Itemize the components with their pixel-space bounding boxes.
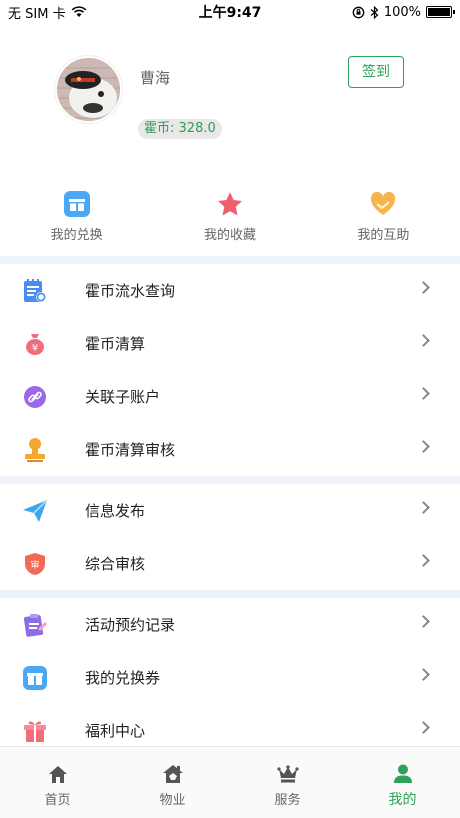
section-divider (0, 590, 460, 598)
menu-item-label: 关联子账户 (85, 388, 161, 406)
coin-label: 霍币: (144, 121, 175, 136)
menu-item-label: 活动预约记录 (85, 616, 176, 634)
carrier-label: 无 SIM 卡 (8, 6, 66, 22)
menu-item-label: 综合审核 (85, 555, 146, 573)
tab-label: 物业 (159, 793, 186, 808)
menu-item-coin-settlement[interactable]: ¥ 霍币清算 (0, 317, 460, 370)
status-left: 无 SIM 卡 (8, 3, 87, 22)
quick-action-mutual-help[interactable]: 我的互助 (307, 190, 460, 256)
chevron-right-icon (417, 501, 430, 514)
menu-item-label: 信息发布 (85, 502, 146, 520)
stamp-icon (22, 437, 48, 463)
clock: 上午9:47 (198, 5, 262, 21)
menu-group-coins: 霍币流水查询 ¥ 霍币清算 关联子账户 霍币清算审核 (0, 264, 460, 476)
tab-label: 我的 (388, 792, 417, 808)
chevron-right-icon (417, 387, 430, 400)
chevron-right-icon (417, 440, 430, 453)
rotation-lock-icon (352, 6, 365, 18)
svg-text:¥: ¥ (32, 343, 38, 354)
menu-item-publish-info[interactable]: 信息发布 (0, 484, 460, 537)
svg-text:审: 审 (30, 559, 39, 571)
quick-action-label: 我的兑换 (50, 228, 103, 243)
bluetooth-icon (370, 5, 379, 19)
user-icon (391, 763, 415, 785)
quick-actions: 我的兑换 我的收藏 我的互助 (0, 152, 460, 256)
chevron-right-icon (417, 334, 430, 347)
menu-item-label: 霍币流水查询 (85, 282, 176, 300)
menu-group-publishing: 信息发布 审 综合审核 (0, 484, 460, 590)
gift-box-icon (63, 190, 91, 218)
signin-button[interactable]: 签到 (348, 56, 404, 88)
chevron-right-icon (417, 721, 430, 734)
menu-item-coin-ledger[interactable]: 霍币流水查询 (0, 264, 460, 317)
star-icon (216, 190, 244, 218)
coin-balance-badge: 霍币: 328.0 (138, 119, 222, 139)
menu-item-settlement-review[interactable]: 霍币清算审核 (0, 423, 460, 476)
crown-icon (276, 763, 300, 785)
tab-services[interactable]: 服务 (230, 747, 345, 818)
battery-percent: 100% (383, 4, 421, 20)
home-icon (46, 763, 70, 785)
menu-item-label: 霍币清算审核 (85, 441, 176, 459)
wifi-icon (71, 6, 86, 17)
menu-item-label: 福利中心 (85, 722, 146, 740)
quick-action-exchange[interactable]: 我的兑换 (0, 190, 153, 256)
menu-item-comprehensive-review[interactable]: 审 综合审核 (0, 537, 460, 590)
avatar-image (57, 58, 120, 121)
menu-item-my-coupons[interactable]: 我的兑换券 (0, 651, 460, 704)
tab-label: 服务 (274, 793, 301, 808)
avatar[interactable] (55, 56, 122, 123)
menu-item-linked-accounts[interactable]: 关联子账户 (0, 370, 460, 423)
menu-item-label: 霍币清算 (85, 335, 146, 353)
quick-action-favorites[interactable]: 我的收藏 (153, 190, 306, 256)
chevron-right-icon (417, 554, 430, 567)
chevron-right-icon (417, 281, 430, 294)
tab-property[interactable]: 物业 (115, 747, 230, 818)
status-bar: 无 SIM 卡 上午9:47 100% (0, 0, 460, 24)
tab-home[interactable]: 首页 (0, 747, 115, 818)
menu-group-activities: 活动预约记录 我的兑换券 福利中心 (0, 598, 460, 757)
money-bag-icon: ¥ (22, 331, 48, 357)
audit-shield-icon: 审 (22, 551, 48, 577)
section-divider (0, 256, 460, 264)
property-icon (161, 763, 185, 785)
tab-mine[interactable]: 我的 (345, 747, 460, 818)
menu-item-label: 我的兑换券 (85, 669, 161, 687)
bottom-tab-bar: 首页 物业 服务 我的 (0, 746, 460, 818)
menu-item-reservation-records[interactable]: 活动预约记录 (0, 598, 460, 651)
username: 曹海 (140, 69, 171, 87)
tab-label: 首页 (44, 793, 71, 808)
coin-value: 328.0 (178, 121, 216, 136)
battery-icon (426, 6, 455, 18)
clipboard-icon (22, 612, 48, 638)
gift-icon (22, 718, 48, 744)
heart-hands-icon (369, 190, 397, 218)
profile-header: 曹海 霍币: 328.0 签到 (0, 24, 460, 152)
chevron-right-icon (417, 615, 430, 628)
coupon-icon (22, 665, 48, 691)
section-divider (0, 476, 460, 484)
chevron-right-icon (417, 668, 430, 681)
quick-action-label: 我的收藏 (203, 228, 256, 243)
quick-action-label: 我的互助 (357, 228, 410, 243)
ledger-icon (22, 278, 48, 304)
paper-plane-icon (22, 498, 48, 524)
status-right: 100% (352, 4, 455, 20)
link-icon (22, 384, 48, 410)
